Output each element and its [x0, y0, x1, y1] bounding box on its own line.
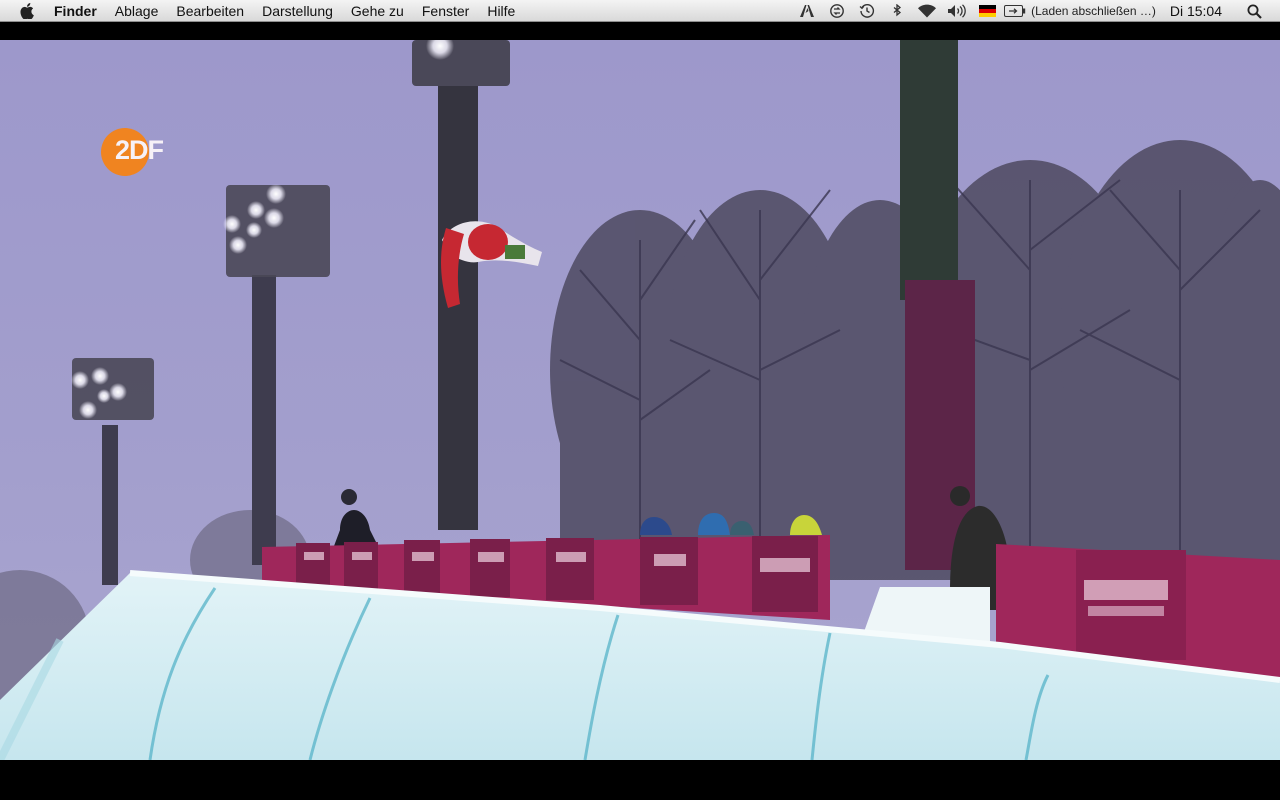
battery-status-text[interactable]: (Laden abschließen …) — [1028, 4, 1170, 18]
wifi-icon[interactable] — [912, 0, 942, 22]
apple-logo-icon[interactable] — [17, 0, 37, 22]
adobe-icon[interactable] — [792, 0, 822, 22]
spotlight-search-icon[interactable] — [1240, 0, 1268, 22]
menu-bar: Finder Ablage Bearbeiten Darstellung Geh… — [0, 0, 1280, 22]
menu-finder[interactable]: Finder — [52, 0, 106, 22]
channel-logo: 2DF — [101, 127, 191, 177]
menu-gehe-zu[interactable]: Gehe zu — [342, 0, 413, 22]
volume-icon[interactable] — [942, 0, 972, 22]
video-scene — [0, 40, 1280, 760]
clock[interactable]: Di 15:04 — [1170, 3, 1240, 19]
video-player-frame[interactable]: 2DF — [0, 40, 1280, 760]
battery-icon[interactable] — [1002, 0, 1028, 22]
bluetooth-icon[interactable] — [882, 0, 912, 22]
menu-hilfe[interactable]: Hilfe — [478, 0, 524, 22]
menu-bearbeiten[interactable]: Bearbeiten — [167, 0, 253, 22]
time-machine-icon[interactable] — [852, 0, 882, 22]
menu-darstellung[interactable]: Darstellung — [253, 0, 342, 22]
channel-logo-text: 2DF — [115, 135, 164, 165]
german-flag-icon[interactable] — [972, 0, 1002, 22]
menu-ablage[interactable]: Ablage — [106, 0, 168, 22]
menu-fenster[interactable]: Fenster — [413, 0, 478, 22]
sync-icon[interactable] — [822, 0, 852, 22]
